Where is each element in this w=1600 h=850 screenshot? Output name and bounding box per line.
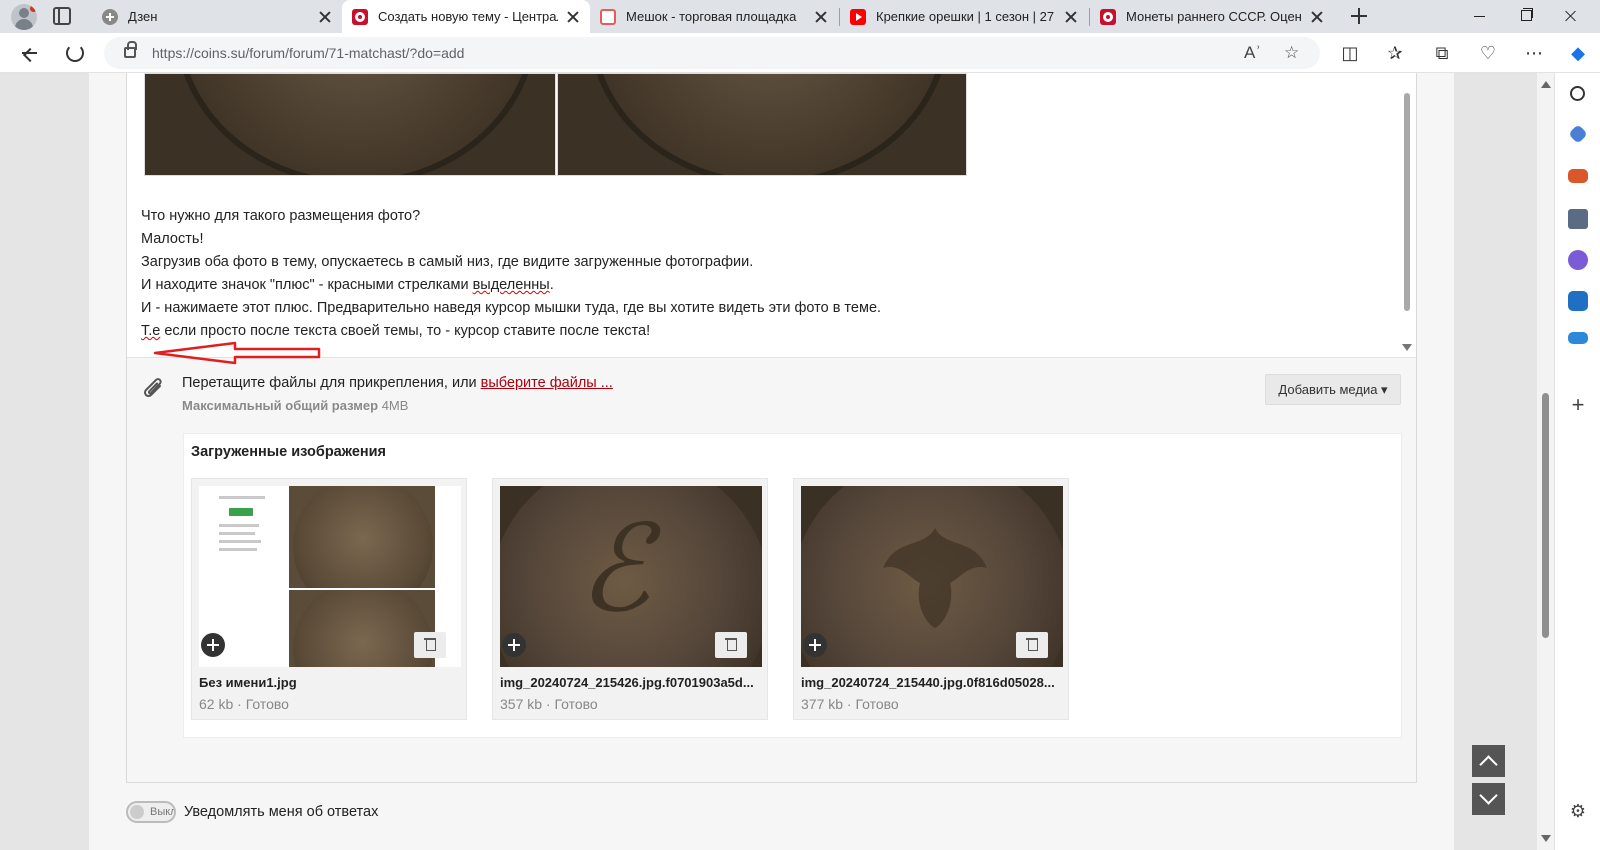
editor-line: И находите значок "плюс" - красными стре… xyxy=(141,277,554,293)
toggle-knob xyxy=(130,805,144,819)
close-tab-icon[interactable] xyxy=(1064,10,1078,24)
sidebar-settings-gear-icon[interactable]: ⚙ xyxy=(1568,801,1588,821)
collections-icon[interactable]: ⧉ xyxy=(1430,41,1454,65)
tab-strip: Дзен Создать новую тему - Центральный фо… xyxy=(0,0,1600,33)
coins-favicon-icon xyxy=(352,8,368,25)
scroll-to-bottom-button[interactable] xyxy=(1472,783,1505,815)
scroll-up-arrow-icon[interactable] xyxy=(1541,81,1551,88)
tab-create-topic[interactable]: Создать новую тему - Центральный форум xyxy=(342,0,590,33)
scrollbar-thumb[interactable] xyxy=(1542,393,1549,638)
delete-trash-icon[interactable] xyxy=(715,632,747,658)
games-icon[interactable] xyxy=(1568,209,1588,229)
close-window-icon[interactable] xyxy=(1548,0,1594,33)
plus-favicon-icon xyxy=(102,8,118,25)
coins-favicon-icon xyxy=(1100,8,1116,25)
minimize-icon[interactable] xyxy=(1456,0,1502,33)
scroll-down-arrow-icon[interactable] xyxy=(1541,835,1551,842)
editor-line: Малость! xyxy=(141,231,204,247)
reload-icon[interactable] xyxy=(66,44,84,62)
attachment-dropzone[interactable]: Перетащите файлы для прикрепления, или в… xyxy=(127,359,1416,431)
favorites-icon[interactable]: ✰ xyxy=(1383,41,1407,65)
search-icon[interactable] xyxy=(1570,86,1585,101)
back-arrow-icon[interactable] xyxy=(17,41,41,65)
web-page: Что нужно для такого размещения фото? Ма… xyxy=(0,73,1554,850)
delete-trash-icon[interactable] xyxy=(1016,632,1048,658)
notify-label: Уведомлять меня об ответах xyxy=(184,804,379,820)
more-menu-icon[interactable]: ⋯ xyxy=(1522,41,1546,65)
tab-youtube[interactable]: Крепкие орешки | 1 сезон | 27 серия xyxy=(840,0,1088,33)
lock-icon[interactable] xyxy=(124,41,137,58)
coin-eagle-emblem xyxy=(883,528,987,628)
youtube-favicon-icon xyxy=(850,8,866,25)
coin-monogram: ℰ xyxy=(578,500,651,639)
tab-dzen[interactable]: Дзен xyxy=(92,0,342,33)
insert-plus-icon[interactable] xyxy=(201,633,225,657)
tab-actions-icon[interactable] xyxy=(53,7,71,25)
editor-line: Что нужно для такого размещения фото? xyxy=(141,208,421,224)
add-media-button[interactable]: Добавить медиа ▾ xyxy=(1265,374,1401,405)
send-telegram-icon[interactable] xyxy=(1568,332,1588,344)
choose-files-link[interactable]: выберите файлы ... xyxy=(481,375,613,391)
uploaded-image-card: Без имени1.jpg 62 kb · Готово xyxy=(191,478,467,720)
close-tab-icon[interactable] xyxy=(318,10,332,24)
editor-scrollbar[interactable] xyxy=(1404,93,1410,311)
insert-plus-icon[interactable] xyxy=(502,633,526,657)
scroll-to-top-button[interactable] xyxy=(1472,745,1505,777)
edge-sidebar: + ⚙ xyxy=(1554,73,1600,850)
copilot-icon[interactable]: ◆ xyxy=(1566,41,1590,65)
editor-scroll-down-icon[interactable] xyxy=(1402,344,1412,351)
restore-icon[interactable] xyxy=(1502,0,1548,33)
editor-line: И - нажимаете этот плюс. Предварительно … xyxy=(141,300,882,316)
shopping-tag-icon[interactable] xyxy=(1568,124,1588,144)
close-tab-icon[interactable] xyxy=(1310,10,1324,24)
browser-toolbar: https://coins.su/forum/forum/71-matchast… xyxy=(0,33,1600,73)
microsoft-365-icon[interactable] xyxy=(1568,250,1588,270)
delete-trash-icon[interactable] xyxy=(414,632,446,658)
uploaded-images-title: Загруженные изображения xyxy=(191,444,387,460)
editor-text-area[interactable]: Что нужно для такого размещения фото? Ма… xyxy=(127,73,1416,365)
profile-avatar-icon[interactable] xyxy=(11,4,37,30)
notify-replies-row: Выкл Уведомлять меня об ответах xyxy=(126,800,378,824)
embedded-coin-photo-1 xyxy=(144,73,556,176)
tab-meshok[interactable]: Мешок - торговая площадка xyxy=(590,0,838,33)
editor-paragraphs: Что нужно для такого размещения фото? Ма… xyxy=(141,205,881,343)
topic-editor-panel: Что нужно для такого размещения фото? Ма… xyxy=(126,73,1417,783)
new-tab-icon[interactable] xyxy=(1349,6,1369,26)
read-aloud-icon[interactable]: Aʾ xyxy=(1244,44,1261,62)
embedded-coin-photo-2 xyxy=(557,73,967,176)
editor-line: Загрузив оба фото в тему, опускаетесь в … xyxy=(141,254,754,270)
address-bar[interactable]: https://coins.su/forum/forum/71-matchast… xyxy=(104,37,1320,69)
outlook-icon[interactable] xyxy=(1568,291,1588,311)
uploaded-image-card: ℰ img_20240724_215426.jpg.f0701903a5d...… xyxy=(492,478,768,720)
coin-photo-part xyxy=(289,486,435,588)
tools-briefcase-icon[interactable] xyxy=(1568,169,1588,183)
page-scrollbar[interactable] xyxy=(1537,73,1554,850)
uploaded-image-card: img_20240724_215440.jpg.0f816d05028... 3… xyxy=(793,478,1069,720)
notify-toggle[interactable]: Выкл xyxy=(126,801,176,823)
editor-line: Т.е если просто после текста своей темы,… xyxy=(141,323,651,339)
close-tab-icon[interactable] xyxy=(814,10,828,24)
paperclip-icon xyxy=(143,378,162,398)
browser-essentials-icon[interactable]: ♡ xyxy=(1476,41,1500,65)
insert-plus-icon[interactable] xyxy=(803,633,827,657)
split-screen-icon[interactable]: ◫ xyxy=(1338,41,1362,65)
add-sidebar-app-icon[interactable]: + xyxy=(1568,394,1588,416)
max-size-info: Максимальный общий размер 4MB xyxy=(182,398,409,413)
meshok-favicon-icon xyxy=(600,8,616,25)
url-text[interactable]: https://coins.su/forum/forum/71-matchast… xyxy=(152,45,464,61)
close-tab-icon[interactable] xyxy=(566,10,580,24)
favorite-star-icon[interactable]: ☆ xyxy=(1284,44,1299,62)
uploaded-images-section: Загруженные изображения Без имени1.jpg 6… xyxy=(183,433,1402,738)
tab-ussr-coins[interactable]: Монеты раннего СССР. Оценка xyxy=(1090,0,1334,33)
attach-instructions: Перетащите файлы для прикрепления, или в… xyxy=(182,375,613,391)
